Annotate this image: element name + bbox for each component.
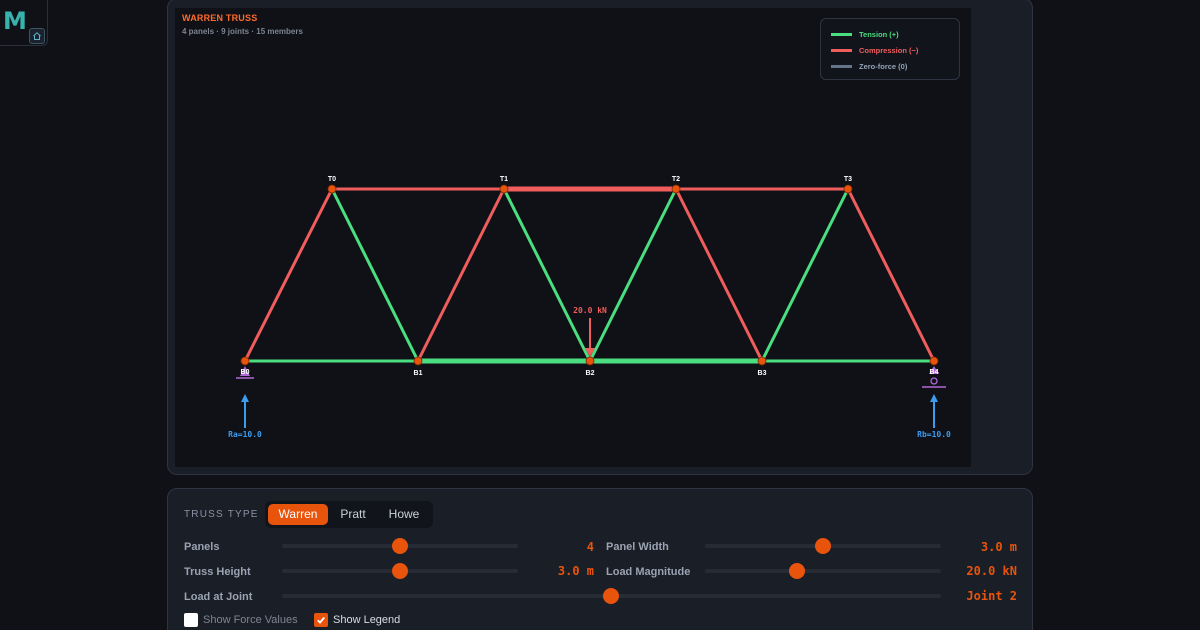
show-force-values-checkbox[interactable]: [184, 613, 198, 627]
legend-label: Compression (−): [859, 46, 919, 55]
panel-width-label: Panel Width: [606, 541, 669, 553]
joint-label-t1: T1: [500, 176, 508, 183]
joint-label-b4: B4: [930, 369, 939, 376]
truss-height-slider-thumb[interactable]: [392, 563, 408, 579]
joint-t2[interactable]: [671, 184, 681, 194]
joint-label-b2: B2: [586, 370, 595, 377]
legend-label: Tension (+): [859, 30, 899, 39]
legend-item-zero-force: Zero-force (0): [831, 62, 907, 71]
load-joint-label: Load at Joint: [184, 591, 253, 603]
panels-value: 4: [586, 540, 594, 554]
legend-label: Zero-force (0): [859, 62, 908, 71]
member-t2-b3[interactable]: [674, 187, 764, 363]
reaction-arrow-right: [930, 394, 938, 428]
joint-label-t2: T2: [672, 176, 680, 183]
load-joint-slider-thumb[interactable]: [603, 588, 619, 604]
load-joint-value: Joint 2: [966, 589, 1017, 603]
truss-type-howe-button[interactable]: Howe: [378, 504, 430, 525]
load-magnitude-label: Load Magnitude: [606, 566, 691, 578]
joint-b2[interactable]: [585, 356, 595, 366]
joint-t1[interactable]: [499, 184, 509, 194]
show-force-values-label[interactable]: Show Force Values: [203, 614, 298, 626]
joint-label-b0: B0: [241, 369, 250, 376]
truss-height-value: 3.0 m: [557, 564, 594, 578]
member-t1-b2[interactable]: [502, 187, 592, 363]
legend-swatch: [831, 49, 852, 52]
joint-b1[interactable]: [413, 356, 423, 366]
reaction-label-left: Ra=10.0: [228, 430, 262, 439]
legend-swatch: [831, 65, 852, 68]
legend-item-compression: Compression (−): [831, 46, 918, 55]
member-b2-t2[interactable]: [588, 187, 678, 363]
joint-label-b1: B1: [414, 370, 423, 377]
checkmark-icon: [317, 616, 325, 624]
load-label: 20.0 kN: [573, 306, 607, 315]
joint-b4[interactable]: [929, 356, 939, 366]
load-magnitude-slider-track[interactable]: [705, 569, 941, 573]
truss-height-label: Truss Height: [184, 566, 251, 578]
truss-type-pratt-button[interactable]: Pratt: [328, 504, 378, 525]
joint-b0[interactable]: [240, 356, 250, 366]
truss-type-warren-button[interactable]: Warren: [268, 504, 328, 525]
load-magnitude-value: 20.0 kN: [966, 564, 1017, 578]
member-b0-t0[interactable]: [243, 187, 334, 363]
joint-label-b3: B3: [758, 370, 767, 377]
reaction-label-right: Rb=10.0: [917, 430, 951, 439]
member-b3-t3[interactable]: [760, 187, 850, 363]
reaction-arrow-left: [241, 394, 249, 428]
panel-width-slider-thumb[interactable]: [815, 538, 831, 554]
force-legend: Tension (+) Compression (−) Zero-force (…: [820, 18, 960, 80]
truss-diagram: 20.0 kN Ra=10.0 Rb=10.0 T0 T1 T2 T3 B0 B…: [228, 176, 951, 439]
panels-label: Panels: [184, 541, 220, 553]
joint-t3[interactable]: [843, 184, 853, 194]
panels-slider-thumb[interactable]: [392, 538, 408, 554]
joint-label-t3: T3: [844, 176, 852, 183]
load-magnitude-slider-thumb[interactable]: [789, 563, 805, 579]
member-t0-b1[interactable]: [330, 187, 420, 363]
panel-width-value: 3.0 m: [980, 540, 1017, 554]
show-legend-label[interactable]: Show Legend: [333, 614, 400, 626]
member-t3-b4[interactable]: [846, 187, 936, 363]
legend-swatch: [831, 33, 852, 36]
joint-label-t0: T0: [328, 176, 336, 183]
joint-t0[interactable]: [327, 184, 337, 194]
truss-type-label: TRUSS TYPE: [184, 509, 259, 520]
legend-item-tension: Tension (+): [831, 30, 899, 39]
member-b1-t1[interactable]: [416, 187, 506, 363]
joint-b3[interactable]: [757, 356, 767, 366]
show-legend-checkbox[interactable]: [314, 613, 328, 627]
